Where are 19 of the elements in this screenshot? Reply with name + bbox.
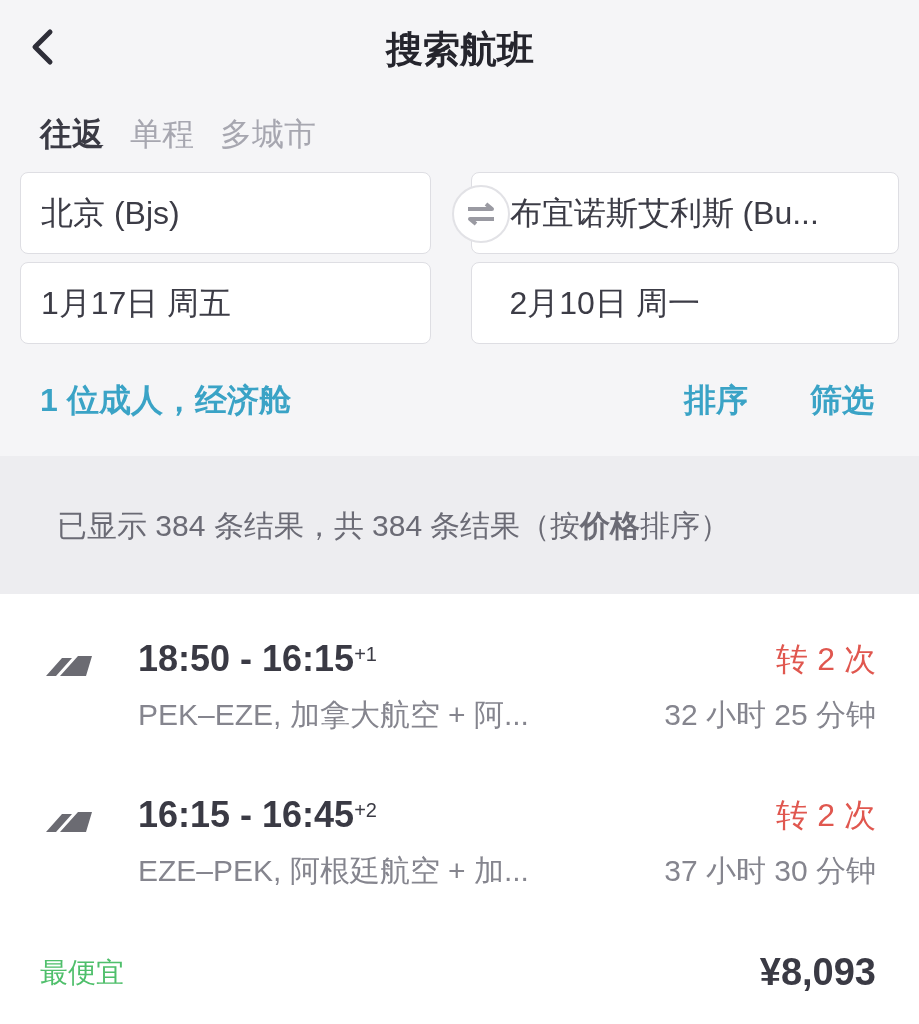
- return-date-field[interactable]: 2月10日 周一: [470, 262, 899, 344]
- destination-field[interactable]: 布宜诺斯艾利斯 (Bu...: [470, 172, 899, 254]
- route-airlines: PEK–EZE, 加拿大航空 + 阿...: [138, 697, 529, 733]
- flight-duration: 37 小时 30 分钟: [664, 853, 877, 889]
- departure-date-field[interactable]: 1月17日 周五: [20, 262, 431, 344]
- swap-icon: [466, 201, 496, 227]
- back-icon[interactable]: [30, 28, 54, 66]
- cheapest-tag: 最便宜: [38, 951, 124, 994]
- price: ¥8,093: [759, 950, 877, 995]
- origin-field[interactable]: 北京 (Bjs): [20, 172, 431, 254]
- route-airlines: EZE–PEK, 阿根廷航空 + 加...: [138, 853, 529, 889]
- flight-duration: 32 小时 25 分钟: [664, 697, 877, 733]
- flight-times: 16:15 - 16:45$^{+2}$: [138, 793, 377, 837]
- page-title: 搜索航班: [385, 28, 534, 73]
- stops-label: 转 2 次: [776, 796, 877, 835]
- stops-label: 转 2 次: [776, 640, 877, 679]
- results-summary: 已显示 384 条结果，共 384 条结果（按价格排序）: [57, 507, 731, 544]
- flight-times: 18:50 - 16:15$^{+1}$: [138, 637, 377, 681]
- trip-type-tab[interactable]: 往返: [40, 110, 104, 158]
